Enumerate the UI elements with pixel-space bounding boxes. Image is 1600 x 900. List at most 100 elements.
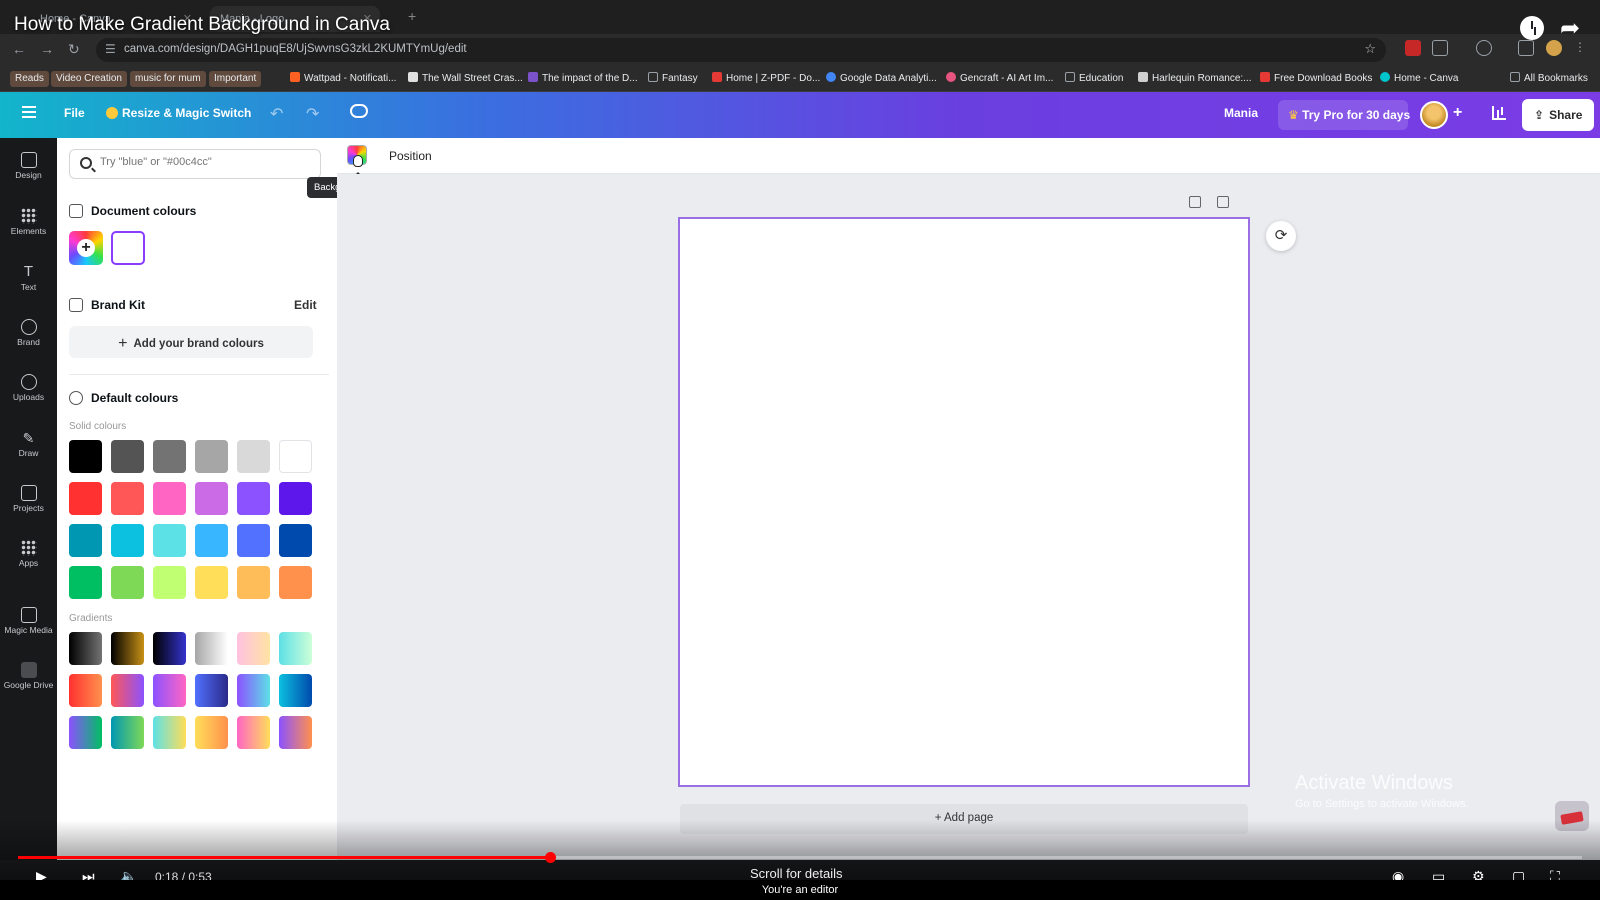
menu-icon[interactable] [22, 106, 36, 118]
try-pro-button[interactable]: ♛ Try Pro for 30 days [1278, 100, 1410, 130]
solid-colour-swatch[interactable] [195, 440, 228, 473]
rail-item-elements[interactable]: Elements [0, 204, 57, 254]
bookmark-item[interactable]: All Bookmarks [1510, 71, 1588, 87]
progress-scrubber[interactable] [544, 852, 556, 863]
share-button[interactable]: ⇪ Share [1522, 99, 1594, 131]
add-brand-colours-button[interactable]: + Add your brand colours [69, 326, 313, 358]
design-page[interactable] [678, 217, 1250, 787]
solid-colour-swatch[interactable] [69, 482, 102, 515]
rail-item-design[interactable]: Design [0, 148, 57, 198]
solid-colour-swatch[interactable] [69, 440, 102, 473]
bookmark-item[interactable]: Home - Canva [1380, 71, 1458, 87]
solid-colour-swatch[interactable] [237, 524, 270, 557]
gradient-swatch[interactable] [69, 674, 102, 707]
solid-colour-swatch[interactable] [195, 524, 228, 557]
solid-colour-swatch[interactable] [237, 482, 270, 515]
add-colour-button[interactable]: + [69, 231, 103, 265]
cloud-save-icon[interactable] [350, 104, 368, 118]
gradient-swatch[interactable] [111, 716, 144, 749]
brand-kit-edit-link[interactable]: Edit [294, 298, 317, 312]
colour-search-input[interactable] [100, 156, 310, 168]
solid-colour-swatch[interactable] [237, 566, 270, 599]
back-icon[interactable]: ← [12, 41, 26, 57]
gradient-swatch[interactable] [69, 632, 102, 665]
solid-colour-swatch[interactable] [69, 524, 102, 557]
gradient-swatch[interactable] [195, 674, 228, 707]
gradient-swatch[interactable] [111, 632, 144, 665]
resize-magic-switch-button[interactable]: Resize & Magic Switch [106, 106, 251, 120]
gradient-swatch[interactable] [153, 674, 186, 707]
solid-colour-swatch[interactable] [153, 524, 186, 557]
watch-later-icon[interactable] [1520, 16, 1544, 40]
extensions-icon[interactable] [1432, 40, 1448, 56]
redo-icon[interactable]: ↷ [306, 104, 319, 124]
video-share-icon[interactable]: ➦ [1560, 14, 1580, 43]
solid-colour-swatch[interactable] [153, 566, 186, 599]
bookmark-item[interactable]: Gencraft - AI Art Im... [946, 71, 1053, 87]
solid-colour-swatch[interactable] [111, 566, 144, 599]
rail-item-text[interactable]: T Text [0, 260, 57, 310]
bookmark-item[interactable]: The impact of the D... [528, 71, 638, 87]
bookmark-item[interactable]: Education [1065, 71, 1123, 87]
bookmark-item[interactable]: Home | Z-PDF - Do... [712, 71, 820, 87]
gradient-swatch[interactable] [237, 674, 270, 707]
solid-colour-swatch[interactable] [111, 524, 144, 557]
gradient-swatch[interactable] [153, 632, 186, 665]
video-title[interactable]: How to Make Gradient Background in Canva [14, 14, 390, 36]
progress-bar[interactable] [18, 852, 1582, 863]
solid-colour-swatch[interactable] [153, 440, 186, 473]
rail-item-google-drive[interactable]: Google Drive [0, 658, 57, 708]
new-tab-icon[interactable]: + [408, 8, 416, 24]
duplicate-page-icon[interactable] [1189, 196, 1201, 208]
bookmark-item[interactable]: Harlequin Romance:... [1138, 71, 1252, 87]
solid-colour-swatch[interactable] [111, 482, 144, 515]
bookmark-item[interactable]: Wattpad - Notificati... [290, 71, 396, 87]
solid-colour-swatch[interactable] [279, 440, 312, 473]
solid-colour-swatch[interactable] [279, 482, 312, 515]
gradient-swatch[interactable] [153, 716, 186, 749]
rail-item-magic-media[interactable]: Magic Media [0, 603, 57, 653]
gradient-swatch[interactable] [279, 716, 312, 749]
bookmark-item[interactable]: Fantasy [648, 71, 698, 87]
gradient-swatch[interactable] [237, 716, 270, 749]
gradient-swatch[interactable] [237, 632, 270, 665]
bookmark-item[interactable]: Reads [10, 71, 49, 87]
gradient-swatch[interactable] [69, 716, 102, 749]
undo-icon[interactable]: ↶ [270, 104, 283, 124]
scroll-for-details[interactable]: Scroll for details [750, 866, 842, 881]
rail-item-draw[interactable]: ✎ Draw [0, 426, 57, 476]
solid-colour-swatch[interactable] [69, 566, 102, 599]
bookmark-item[interactable]: Free Download Books [1260, 71, 1372, 87]
add-page-icon[interactable] [1217, 196, 1229, 208]
gradient-swatch[interactable] [279, 674, 312, 707]
position-button[interactable]: Position [389, 149, 432, 163]
rail-item-apps[interactable]: Apps [0, 536, 57, 586]
avatar[interactable] [1420, 101, 1448, 129]
bookmark-item[interactable]: Important [209, 71, 262, 87]
rail-item-uploads[interactable]: Uploads [0, 370, 57, 420]
bookmark-star-icon[interactable]: ☆ [1364, 41, 1376, 57]
solid-colour-swatch[interactable] [279, 566, 312, 599]
gradient-swatch[interactable] [279, 632, 312, 665]
invite-plus-icon[interactable]: + [1453, 104, 1462, 122]
site-settings-icon[interactable]: ☰ [105, 42, 116, 56]
bookmark-item[interactable]: music for mum [130, 71, 206, 87]
bookmark-item[interactable]: The Wall Street Cras... [408, 71, 523, 87]
gradient-swatch[interactable] [195, 716, 228, 749]
url-field[interactable]: ☰ canva.com/design/DAGH1puqE8/UjSwvnsG3z… [96, 38, 1386, 62]
history-icon[interactable] [1476, 40, 1492, 56]
colour-search[interactable] [69, 149, 321, 179]
media-icon[interactable] [1518, 40, 1534, 56]
solid-colour-swatch[interactable] [195, 566, 228, 599]
reload-icon[interactable]: ↻ [68, 41, 80, 58]
rail-item-projects[interactable]: Projects [0, 481, 57, 531]
solid-colour-swatch[interactable] [237, 440, 270, 473]
user-name[interactable]: Mania [1224, 106, 1258, 120]
bookmark-item[interactable]: Google Data Analyti... [826, 71, 937, 87]
solid-colour-swatch[interactable] [195, 482, 228, 515]
adblock-extension-icon[interactable] [1405, 40, 1421, 56]
solid-colour-swatch[interactable] [111, 440, 144, 473]
solid-colour-swatch[interactable] [153, 482, 186, 515]
gradient-swatch[interactable] [111, 674, 144, 707]
forward-icon[interactable]: → [40, 41, 54, 57]
